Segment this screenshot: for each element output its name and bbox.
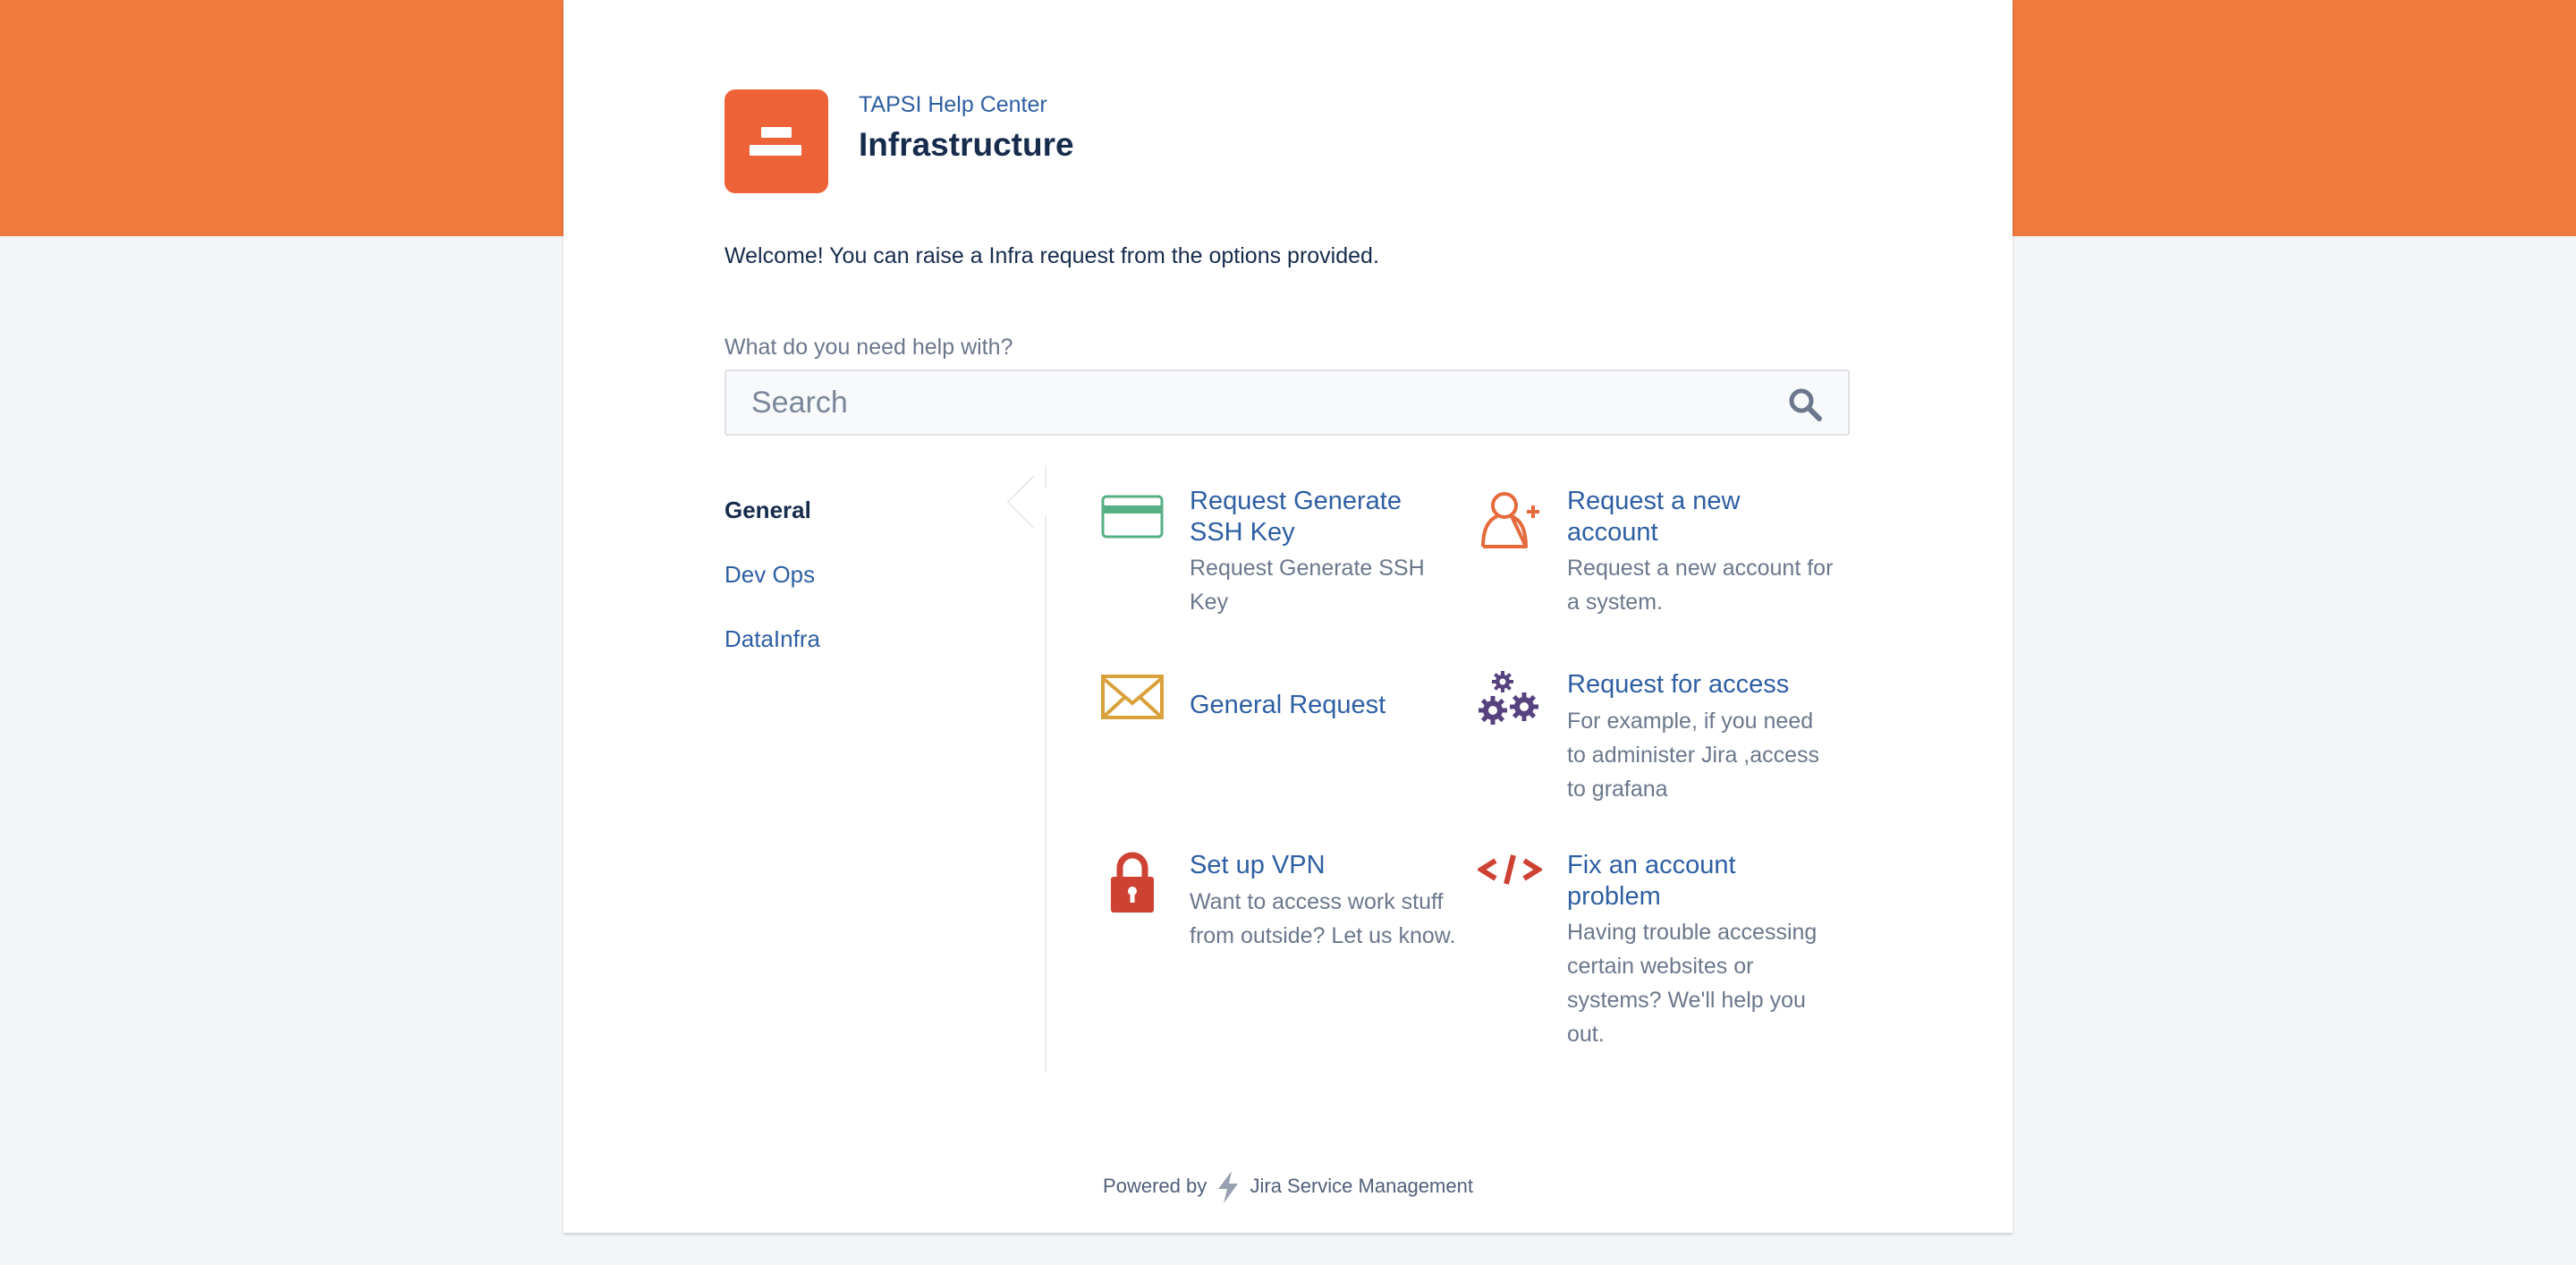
sidebar-divider <box>1045 465 1046 1072</box>
request-type-name[interactable]: Request a new account <box>1567 486 1835 548</box>
search-icon[interactable] <box>1787 386 1823 422</box>
lightning-bolt-icon <box>1218 1171 1239 1203</box>
footer-prefix: Powered by <box>1103 1174 1208 1197</box>
request-type-description: Request Generate SSH Key <box>1190 556 1425 615</box>
logo-mark-bottom <box>750 145 801 156</box>
credit-card-icon <box>1101 495 1164 539</box>
search-box[interactable] <box>724 369 1850 436</box>
powered-by-footer: Powered by Jira Service Management <box>564 1171 2012 1203</box>
sidebar-item-dev-ops[interactable]: Dev Ops <box>724 556 975 621</box>
request-type-description: For example, if you need to administer J… <box>1567 709 1820 802</box>
search-label: What do you need help with? <box>724 335 1013 360</box>
welcome-message: Welcome! You can raise a Infra request f… <box>724 243 1379 268</box>
group-sidebar: General Dev Ops DataInfra <box>724 492 975 685</box>
request-type-description: Request a new account for a system. <box>1567 556 1834 615</box>
add-user-icon <box>1481 492 1539 548</box>
help-center-link[interactable]: TAPSI Help Center <box>859 92 1047 118</box>
request-type-name[interactable]: Fix an account problem <box>1567 850 1835 913</box>
sidebar-item-general[interactable]: General <box>724 492 975 556</box>
request-type-name[interactable]: General Request <box>1190 690 1458 721</box>
portal-logo[interactable] <box>724 89 828 193</box>
sidebar-item-datainfra[interactable]: DataInfra <box>724 621 975 685</box>
active-group-pointer <box>1006 475 1060 529</box>
request-type-name[interactable]: Set up VPN <box>1190 850 1458 881</box>
code-icon <box>1478 854 1542 885</box>
lock-icon <box>1111 852 1154 913</box>
request-type-name[interactable]: Request Generate SSH Key <box>1190 486 1458 548</box>
logo-mark-top <box>761 127 792 138</box>
portal-card: TAPSI Help Center Infrastructure Welcome… <box>564 0 2012 1233</box>
envelope-icon <box>1101 675 1164 719</box>
portal-title: Infrastructure <box>859 126 1074 163</box>
search-input[interactable] <box>726 371 1789 434</box>
request-type-description: Want to access work stuff from outside? … <box>1190 889 1456 948</box>
jira-service-management-link[interactable]: Jira Service Management <box>1250 1175 1472 1197</box>
request-type-name[interactable]: Request for access <box>1567 669 1835 700</box>
request-type-description: Having trouble accessing certain website… <box>1567 920 1818 1047</box>
gears-icon <box>1479 671 1538 725</box>
